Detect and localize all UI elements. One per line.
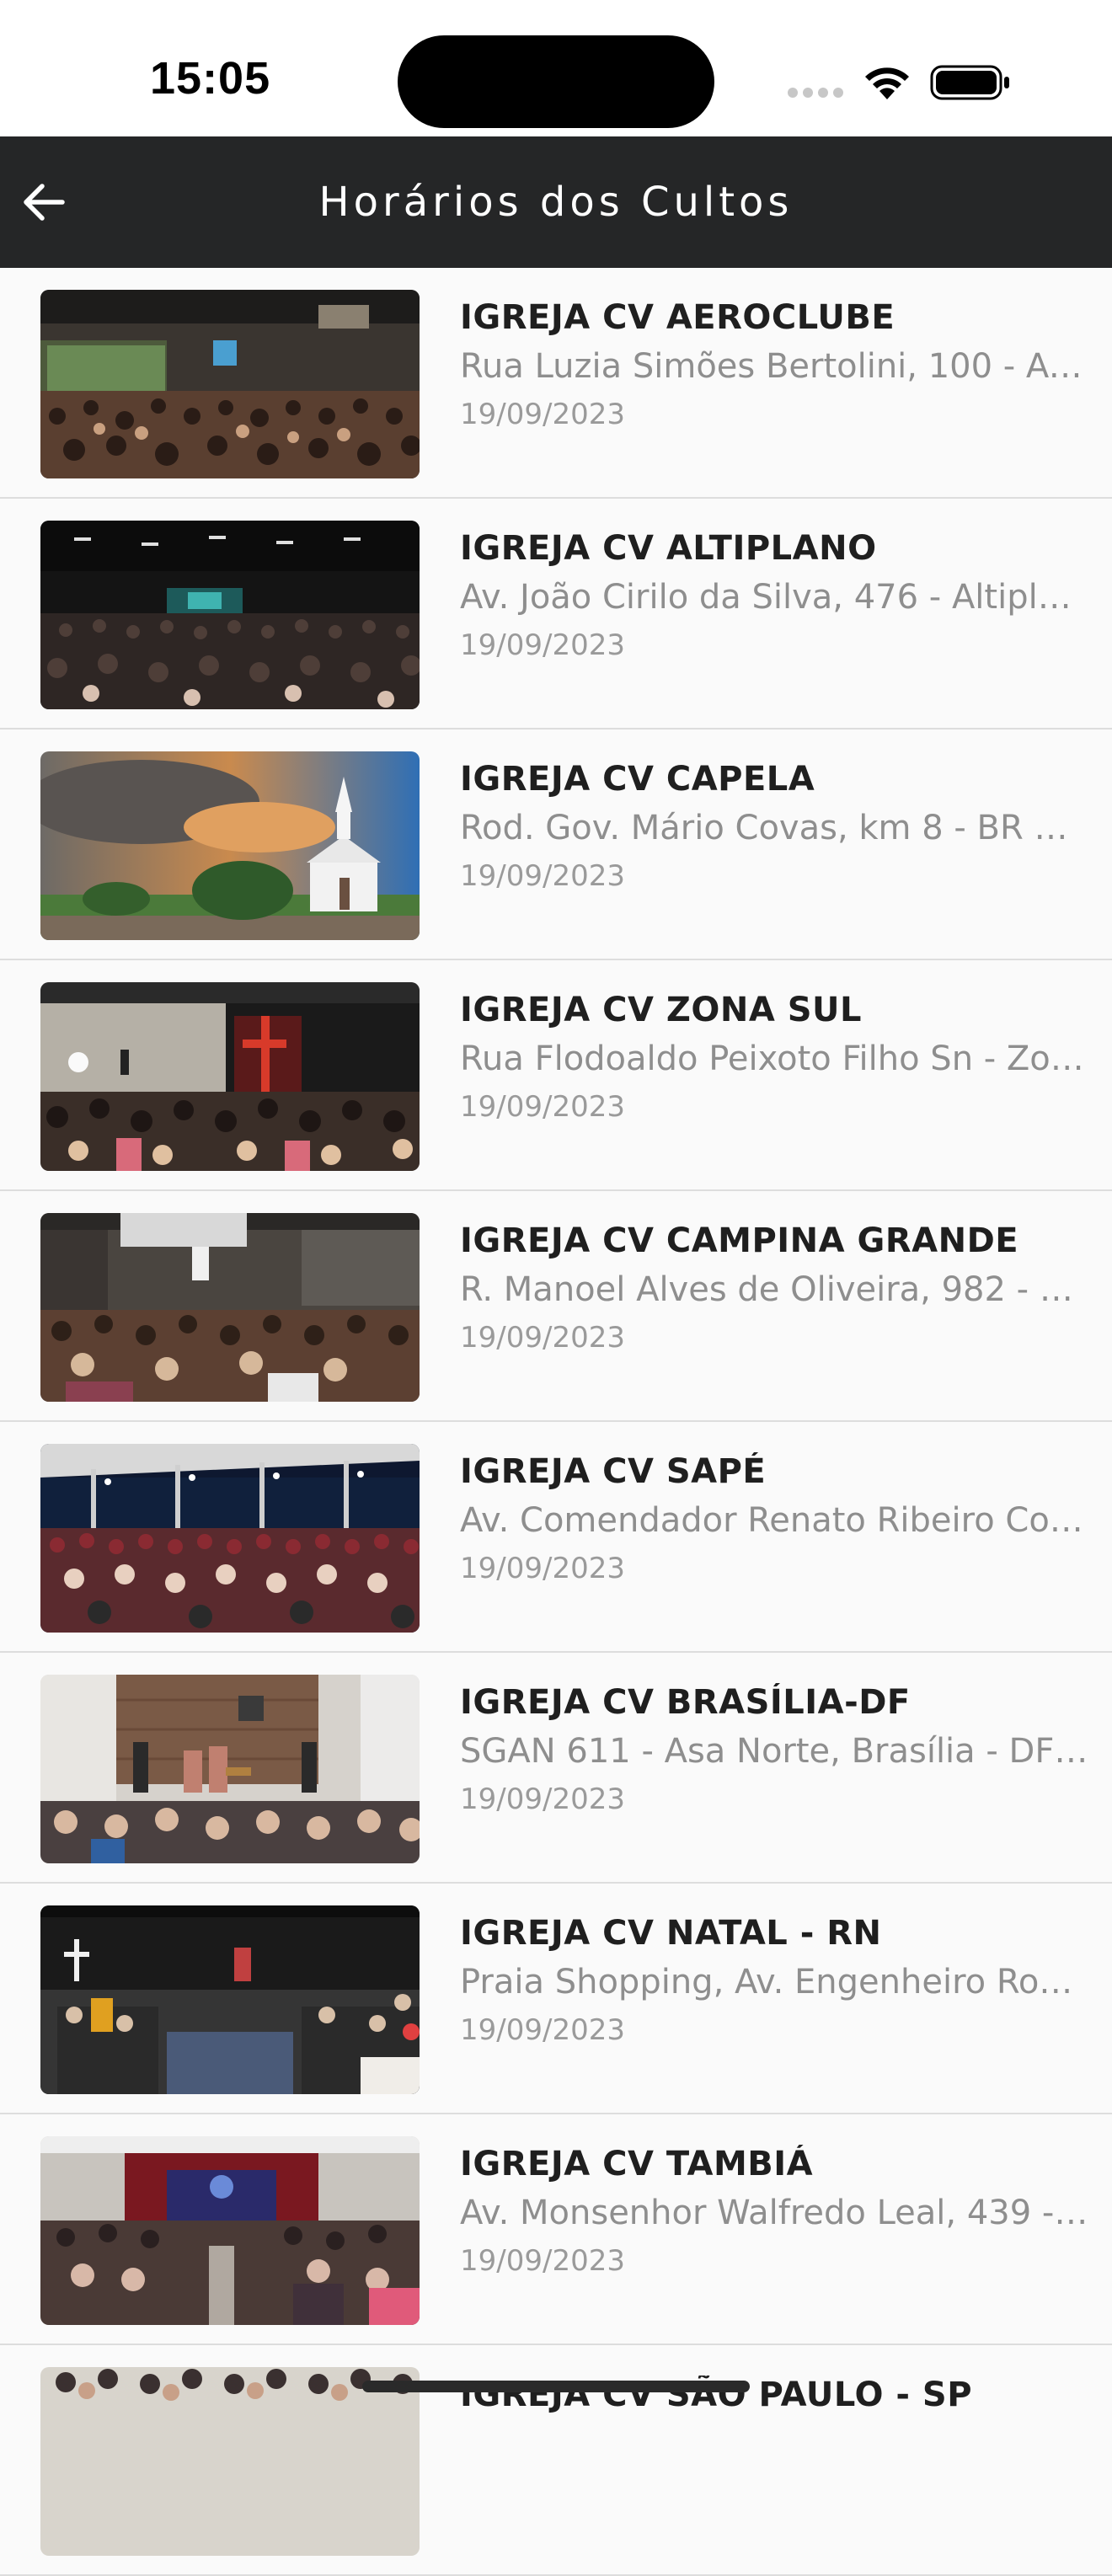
church-photo xyxy=(40,290,420,478)
church-photo xyxy=(40,751,420,940)
church-date: 19/09/2023 xyxy=(460,2013,625,2047)
church-date: 19/09/2023 xyxy=(460,859,625,893)
church-address: Rua Luzia Simões Bertolini, 100 - Aerocl… xyxy=(460,347,1088,386)
church-name: IGREJA CV CAMPINA GRANDE xyxy=(460,1221,1019,1260)
church-photo xyxy=(40,982,420,1171)
church-name: IGREJA CV NATAL - RN xyxy=(460,1914,882,1953)
church-name: IGREJA CV AEROCLUBE xyxy=(460,298,895,337)
back-button[interactable] xyxy=(13,170,74,234)
church-address: Av. Monsenhor Walfredo Leal, 439 - Tambi… xyxy=(460,2194,1088,2232)
church-row-capela[interactable]: IGREJA CV CAPELA Rod. Gov. Mário Covas, … xyxy=(0,730,1112,960)
church-name: IGREJA CV BRASÍLIA-DF xyxy=(460,1683,911,1722)
church-row-aeroclube[interactable]: IGREJA CV AEROCLUBE Rua Luzia Simões Ber… xyxy=(0,268,1112,499)
church-photo xyxy=(40,1905,420,2094)
church-row-natal-rn[interactable]: IGREJA CV NATAL - RN Praia Shopping, Av.… xyxy=(0,1884,1112,2114)
church-photo xyxy=(40,1444,420,1633)
wifi-icon xyxy=(865,67,909,99)
dynamic-island xyxy=(398,35,714,128)
church-date: 19/09/2023 xyxy=(460,2244,625,2278)
church-photo xyxy=(40,1675,420,1863)
church-row-zona-sul[interactable]: IGREJA CV ZONA SUL Rua Flodoaldo Peixoto… xyxy=(0,960,1112,1191)
church-row-altiplano[interactable]: IGREJA CV ALTIPLANO Av. João Cirilo da S… xyxy=(0,499,1112,730)
nav-bar: Horários dos Cultos xyxy=(0,136,1112,268)
status-time: 15:05 xyxy=(150,53,271,104)
cellular-signal-icon xyxy=(788,88,845,98)
church-row-sape[interactable]: IGREJA CV SAPÉ Av. Comendador Renato Rib… xyxy=(0,1422,1112,1653)
church-name: IGREJA CV ZONA SUL xyxy=(460,991,862,1029)
church-name: IGREJA CV SAPÉ xyxy=(460,1452,767,1491)
church-date: 19/09/2023 xyxy=(460,398,625,431)
church-name: IGREJA CV ALTIPLANO xyxy=(460,529,877,568)
church-address: Rod. Gov. Mário Covas, km 8 - BR 101 xyxy=(460,809,1088,847)
church-address: Av. Comendador Renato Ribeiro Coutinho xyxy=(460,1501,1088,1540)
church-photo xyxy=(40,1213,420,1402)
church-address: Praia Shopping, Av. Engenheiro Roberto F… xyxy=(460,1963,1088,2001)
church-address: Av. João Cirilo da Silva, 476 - Altiplan… xyxy=(460,578,1088,617)
church-photo xyxy=(40,521,420,709)
status-bar: 15:05 xyxy=(0,0,1112,136)
church-address: SGAN 611 - Asa Norte, Brasília - DF, Bra… xyxy=(460,1732,1088,1771)
church-address: R. Manoel Alves de Oliveira, 982 - Campi… xyxy=(460,1270,1088,1309)
church-date: 19/09/2023 xyxy=(460,1090,625,1124)
church-date: 19/09/2023 xyxy=(460,1552,625,1585)
church-row-brasilia-df[interactable]: IGREJA CV BRASÍLIA-DF SGAN 611 - Asa Nor… xyxy=(0,1653,1112,1884)
church-date: 19/09/2023 xyxy=(460,1321,625,1355)
church-name: IGREJA CV TAMBIÁ xyxy=(460,2145,814,2183)
church-row-tambia[interactable]: IGREJA CV TAMBIÁ Av. Monsenhor Walfredo … xyxy=(0,2114,1112,2345)
church-photo xyxy=(40,2136,420,2325)
home-indicator xyxy=(362,2381,750,2392)
church-list: IGREJA CV AEROCLUBE Rua Luzia Simões Ber… xyxy=(0,268,1112,2576)
church-address: Rua Flodoaldo Peixoto Filho Sn - Zona Su… xyxy=(460,1039,1088,1078)
church-name: IGREJA CV CAPELA xyxy=(460,760,815,799)
page-title: Horários dos Cultos xyxy=(318,179,794,226)
church-date: 19/09/2023 xyxy=(460,628,625,662)
battery-icon xyxy=(930,65,1009,100)
church-photo xyxy=(40,2367,420,2556)
church-date: 19/09/2023 xyxy=(460,1782,625,1816)
arrow-left-icon xyxy=(24,184,65,221)
church-row-campina-grande[interactable]: IGREJA CV CAMPINA GRANDE R. Manoel Alves… xyxy=(0,1191,1112,1422)
